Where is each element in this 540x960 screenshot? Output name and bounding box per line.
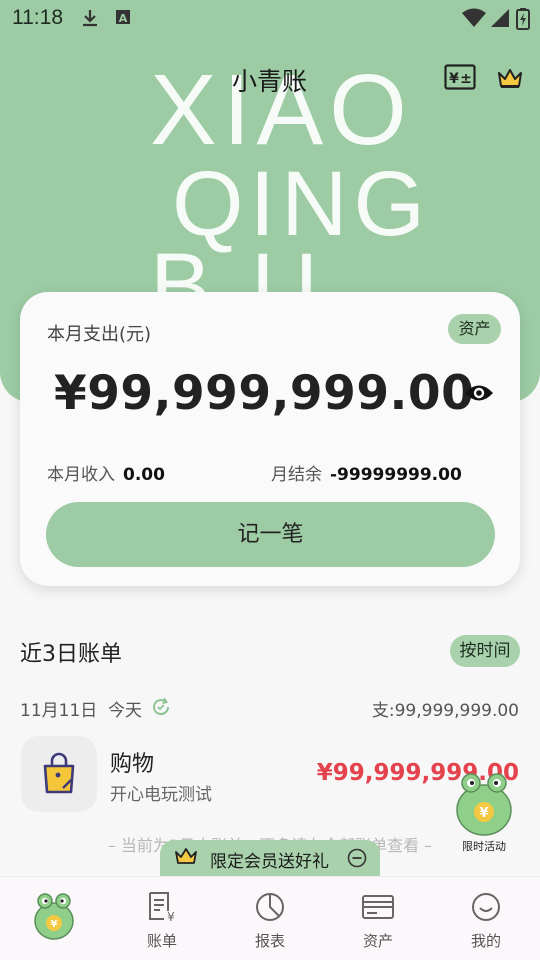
download-icon [83, 10, 97, 27]
tab-assets[interactable]: 资产 [324, 877, 432, 960]
battery-icon [516, 8, 530, 30]
tab-assets-label: 资产 [362, 932, 393, 950]
svg-text:¥: ¥ [479, 806, 488, 821]
pie-chart-icon [256, 893, 284, 921]
expense-label: 本月支出(元) [47, 324, 152, 345]
income-label: 本月收入 [47, 465, 115, 485]
collapse-icon[interactable] [347, 848, 367, 868]
asset-badge-button[interactable]: 资产 [448, 314, 501, 344]
promo-text[interactable]: 限定会员送好礼 [210, 847, 329, 872]
tab-mine[interactable]: 我的 [432, 877, 540, 960]
tab-bills[interactable]: ¥ 账单 [108, 877, 216, 960]
card-icon [362, 895, 394, 919]
income-value: 0.00 [123, 465, 165, 485]
crown-icon[interactable] [496, 66, 524, 90]
svg-text:A: A [119, 12, 128, 25]
svg-text:±: ± [460, 71, 472, 87]
eye-icon[interactable] [464, 382, 494, 404]
balance-value: -99999999.00 [330, 465, 462, 485]
balance-label: 月结余 [271, 465, 322, 485]
limited-activity-label[interactable]: 限时活动 [462, 838, 506, 854]
summary-card: 本月支出(元) 资产 ¥99,999,999.00 本月收入 0.00 月结余 -9… [20, 292, 520, 586]
day-total: 支:99,999,999.00 [371, 701, 519, 721]
balance-row: 月结余 -99999999.00 [271, 460, 462, 485]
tab-bills-label: 账单 [146, 932, 177, 950]
svg-text:¥: ¥ [167, 910, 175, 923]
frog-home-icon: ¥ [34, 893, 74, 940]
tab-mine-label: 我的 [470, 932, 501, 950]
status-bar: 11:18 A [0, 0, 540, 36]
app-notification-icon: A [116, 10, 130, 25]
status-time: 11:18 [12, 6, 63, 29]
svg-text:¥: ¥ [449, 71, 459, 87]
day-label: 今天 [108, 701, 142, 721]
refresh-icon[interactable] [151, 697, 171, 717]
expense-amount: ¥99,999,999.00 [54, 366, 475, 421]
bill-category-icon-box [21, 736, 97, 812]
record-button[interactable]: 记一笔 [46, 502, 495, 567]
tab-home[interactable]: ¥ [0, 877, 108, 960]
smile-icon [472, 893, 500, 921]
signal-icon [491, 9, 509, 27]
currency-calculator-icon[interactable]: ¥ ± [444, 64, 476, 90]
bill-category: 购物 [110, 752, 155, 777]
sort-by-time-button[interactable]: 按时间 [450, 635, 520, 667]
income-row: 本月收入 0.00 [47, 460, 165, 485]
recent-bills-title: 近3日账单 [20, 642, 122, 667]
shopping-bag-icon [43, 752, 75, 794]
bill-date: 11月11日 [20, 701, 98, 721]
bill-note: 开心电玩测试 [110, 785, 212, 805]
wifi-icon [462, 8, 486, 27]
svg-text:¥: ¥ [51, 919, 58, 930]
bottom-tab-bar: ¥ ¥ 账单 报表 资产 我的 [0, 876, 540, 960]
tab-reports[interactable]: 报表 [216, 877, 324, 960]
app-title: 小青账 [232, 67, 308, 96]
tab-reports-label: 报表 [254, 932, 285, 950]
limited-activity-frog-icon[interactable]: ¥ [454, 770, 514, 838]
bill-icon: ¥ [149, 892, 175, 923]
crown-icon [175, 848, 197, 864]
